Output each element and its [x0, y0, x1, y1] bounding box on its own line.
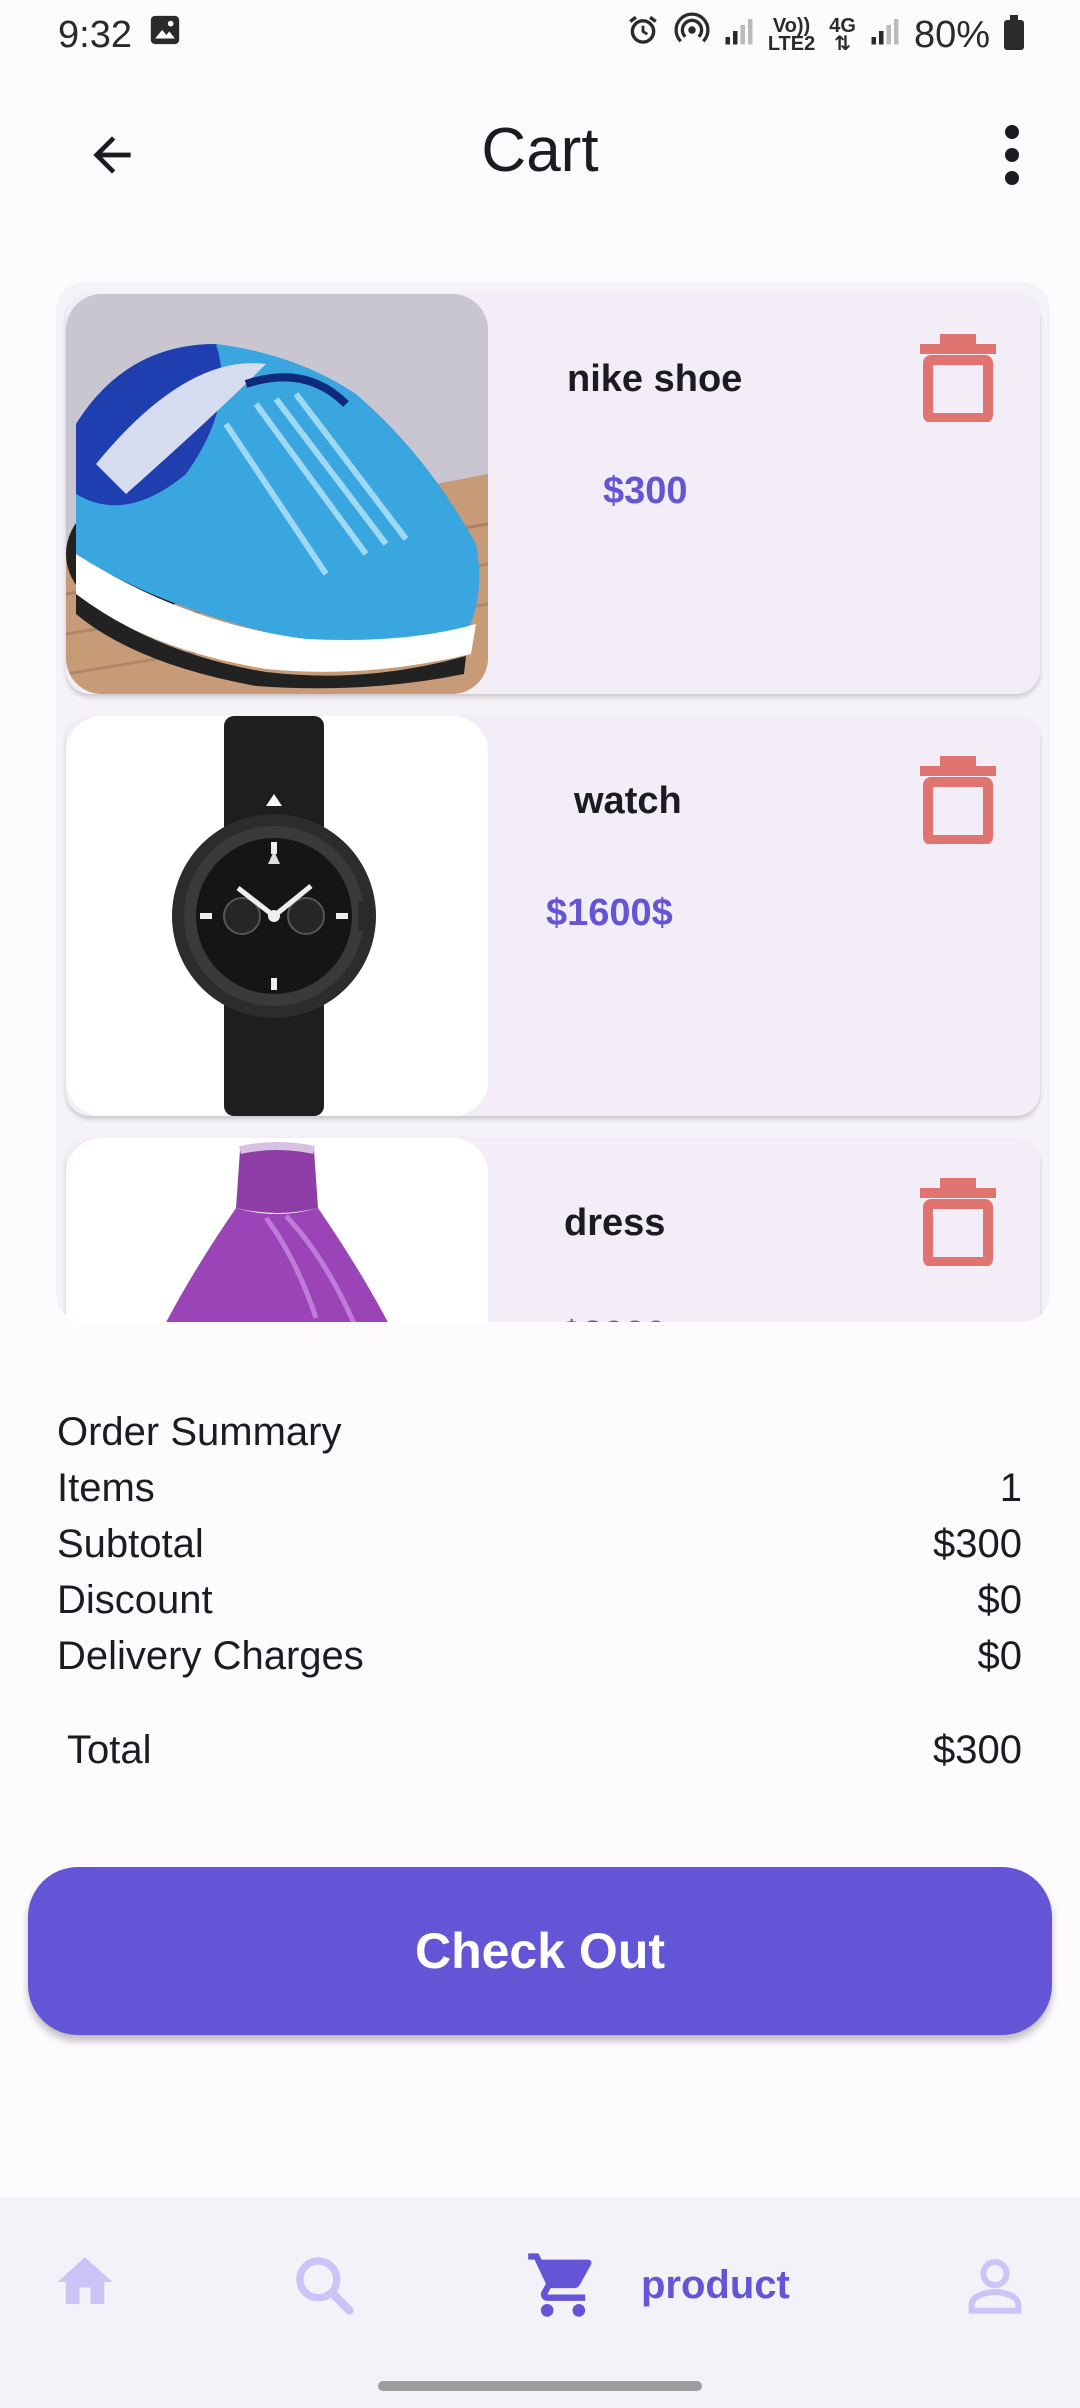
item-name: dress [564, 1202, 666, 1244]
back-button[interactable] [74, 120, 150, 190]
delete-button[interactable] [920, 330, 996, 423]
more-options-button[interactable] [982, 110, 1042, 200]
delete-button[interactable] [920, 752, 996, 845]
item-price: $1600$ [546, 892, 673, 934]
nav-search[interactable] [290, 2251, 358, 2319]
cart-icon [528, 2253, 592, 2317]
shoe-image [66, 294, 488, 694]
order-summary-title: Order Summary [57, 1410, 342, 1454]
delete-icon [920, 1178, 996, 1267]
status-left: 9:32 [58, 13, 182, 57]
watch-image [66, 716, 488, 1116]
cart-item[interactable]: dress $2000 [66, 1138, 1040, 1322]
home-icon [57, 2257, 113, 2304]
item-price: $300 [603, 470, 688, 512]
signal-icon-2 [870, 14, 900, 57]
delete-button[interactable] [920, 1174, 996, 1267]
delete-icon [920, 756, 996, 845]
subtotal-label: Subtotal [57, 1522, 204, 1566]
summary-row-discount: Discount $0 [57, 1572, 1022, 1628]
alarm-icon [626, 13, 660, 57]
search-icon [296, 2257, 354, 2315]
status-right: Vo)) LTE2 4G ⇅ 80% [626, 12, 1024, 58]
data-arrows-icon: ⇅ [834, 33, 851, 55]
cart-item[interactable]: nike shoe $300 [66, 294, 1040, 694]
network-type: 4G ⇅ [829, 16, 856, 55]
order-summary: Order Summary Items 1 Subtotal $300 Disc… [57, 1404, 1022, 1778]
total-label: Total [67, 1728, 152, 1772]
hotspot-icon [674, 12, 710, 58]
summary-row-total: Total $300 [57, 1722, 1022, 1778]
battery-percent: 80% [913, 13, 990, 56]
delete-icon [920, 334, 996, 423]
delivery-label: Delivery Charges [57, 1634, 364, 1678]
profile-icon [968, 2259, 1022, 2314]
subtotal-value: $300 [933, 1522, 1022, 1566]
discount-label: Discount [57, 1578, 213, 1622]
dress-image [66, 1138, 488, 1322]
arrow-back-icon [93, 136, 131, 174]
items-value: 1 [999, 1466, 1022, 1510]
summary-row-subtotal: Subtotal $300 [57, 1516, 1022, 1572]
discount-value: $0 [977, 1578, 1023, 1622]
summary-row-items: Items 1 [57, 1460, 1022, 1516]
battery-icon [1004, 15, 1024, 50]
cart-item[interactable]: watch $1600$ [66, 716, 1040, 1116]
gallery-notification-icon [148, 13, 182, 57]
item-name: nike shoe [567, 358, 743, 400]
nav-profile[interactable] [962, 2253, 1028, 2319]
volte-indicator: Vo)) LTE2 [767, 16, 816, 55]
more-vert-icon [1005, 125, 1019, 185]
signal-icon [724, 14, 754, 57]
summary-row-delivery: Delivery Charges $0 [57, 1628, 1022, 1684]
app-bar: Cart [0, 80, 1080, 220]
nav-product-label: product [641, 2262, 790, 2307]
volte-bottom: LTE2 [767, 33, 816, 55]
total-value: $300 [933, 1728, 1022, 1772]
item-price: $2000 [561, 1314, 667, 1322]
delivery-value: $0 [977, 1634, 1023, 1678]
home-indicator[interactable] [378, 2381, 702, 2391]
status-bar: 9:32 Vo)) LTE2 4G ⇅ 80% [0, 0, 1080, 70]
checkout-button[interactable]: Check Out [28, 1867, 1052, 2035]
nav-product[interactable]: product [525, 2247, 790, 2323]
nav-home[interactable] [50, 2249, 120, 2315]
status-time: 9:32 [58, 13, 132, 56]
item-name: watch [574, 780, 682, 822]
bottom-navigation: product [0, 2197, 1080, 2408]
cart-list[interactable]: nike shoe $300 watch $1600$ dress [56, 282, 1050, 1322]
items-label: Items [57, 1466, 155, 1510]
page-title: Cart [481, 115, 599, 185]
